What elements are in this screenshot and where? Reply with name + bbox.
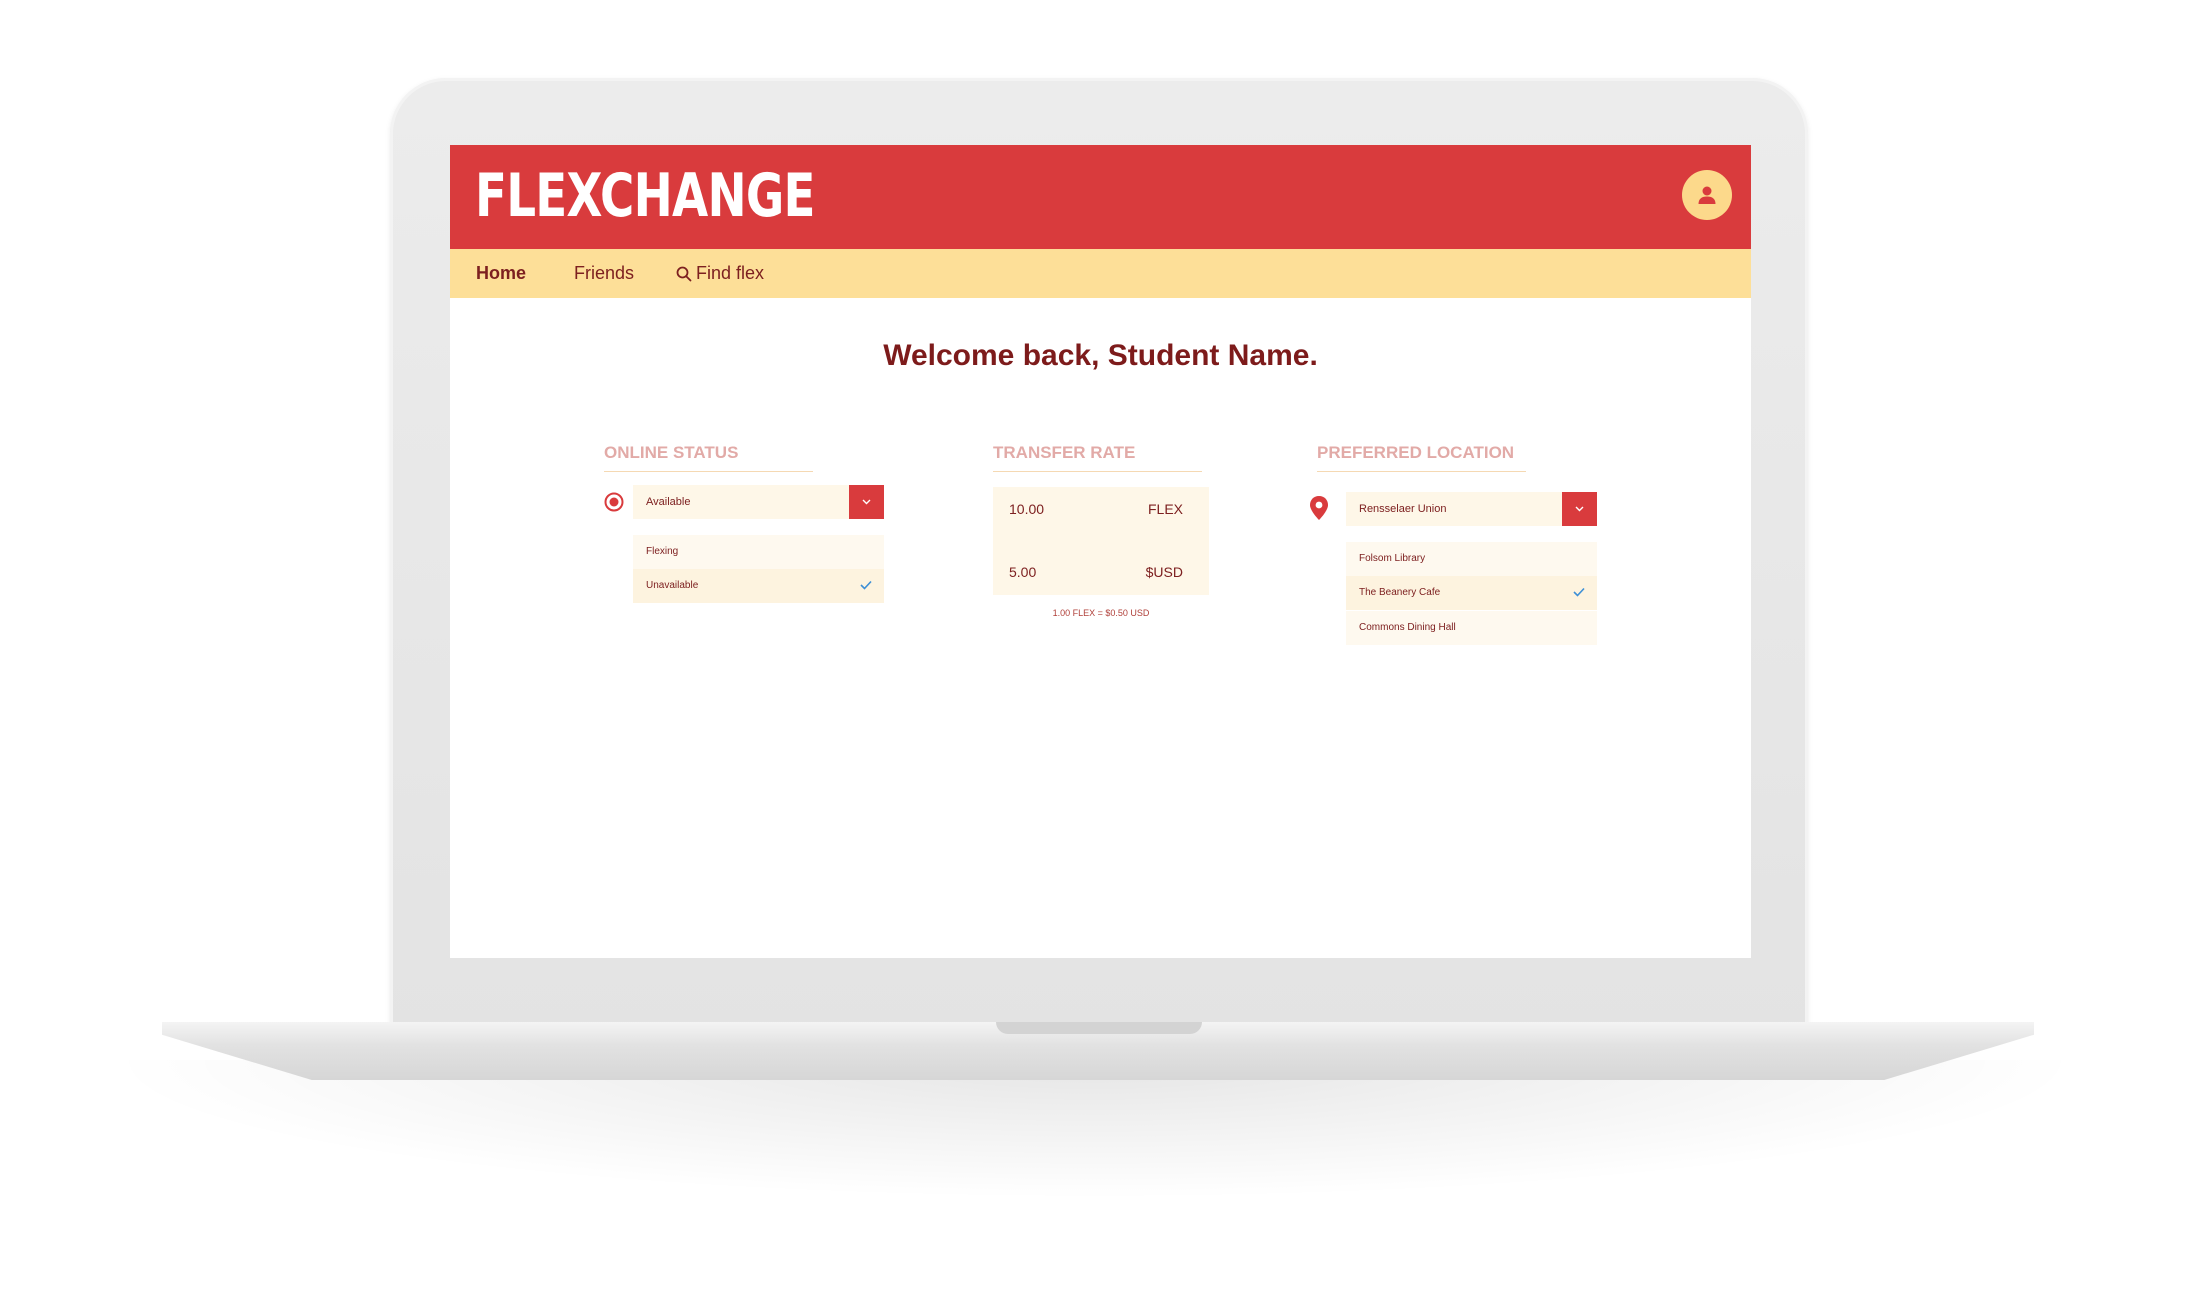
preferred-location-title: PREFERRED LOCATION [1317,443,1526,472]
chevron-down-icon [862,499,871,505]
status-option-label: Unavailable [646,580,699,591]
radio-status-icon[interactable] [604,492,624,512]
flex-amount-field[interactable]: 10.00 FLEX [993,492,1209,526]
usd-unit-label: $USD [1145,564,1183,580]
online-status-select[interactable]: Available [633,485,884,519]
usd-amount-field[interactable]: 5.00 $USD [993,555,1209,589]
app-logo[interactable]: FLEXCHANGE [475,163,815,229]
chevron-down-icon [1575,506,1584,512]
nav-home[interactable]: Home [476,249,526,298]
app-header: FLEXCHANGE [450,145,1751,249]
laptop-notch [996,1022,1202,1034]
nav-find-label: Find flex [696,263,765,283]
online-status-selected: Available [646,496,691,508]
online-status-title: ONLINE STATUS [604,443,813,472]
location-dropdown-button[interactable] [1562,492,1597,526]
check-icon [860,580,872,590]
user-icon [1698,186,1716,204]
online-status-dropdown-button[interactable] [849,485,884,519]
check-icon [1573,587,1585,597]
status-option-label: Flexing [646,546,679,557]
profile-avatar-button[interactable] [1682,170,1732,220]
location-option-folsom-library[interactable]: Folsom Library [1346,542,1597,576]
status-option-flexing[interactable]: Flexing [633,535,884,569]
nav-find-flex[interactable]: Find flex [676,249,764,298]
location-pin-icon [1310,496,1328,520]
app-screen: FLEXCHANGE Home Friends Find flex Welcom… [450,145,1751,958]
transfer-rate-box: 10.00 FLEX 5.00 $USD [993,487,1209,595]
usd-amount-value: 5.00 [1009,564,1037,580]
exchange-rate-note: 1.00 FLEX = $0.50 USD [1052,608,1150,618]
location-select[interactable]: Rensselaer Union [1346,492,1597,526]
flex-amount-value: 10.00 [1009,501,1045,517]
status-option-unavailable[interactable]: Unavailable [633,569,884,603]
location-option-label: Commons Dining Hall [1359,622,1456,633]
search-icon [676,266,692,281]
welcome-heading: Welcome back, Student Name. [883,339,1318,372]
flex-unit-label: FLEX [1147,501,1183,517]
nav-friends[interactable]: Friends [574,249,634,298]
location-option-label: Folsom Library [1359,553,1426,564]
transfer-rate-title: TRANSFER RATE [993,443,1202,472]
laptop-shadow [100,1060,2090,1200]
location-option-label: The Beanery Cafe [1359,587,1441,598]
location-selected: Rensselaer Union [1359,503,1447,515]
location-option-commons-dining-hall[interactable]: Commons Dining Hall [1346,611,1597,645]
main-nav: Home Friends Find flex [450,249,1751,298]
location-option-beanery-cafe[interactable]: The Beanery Cafe [1346,576,1597,610]
